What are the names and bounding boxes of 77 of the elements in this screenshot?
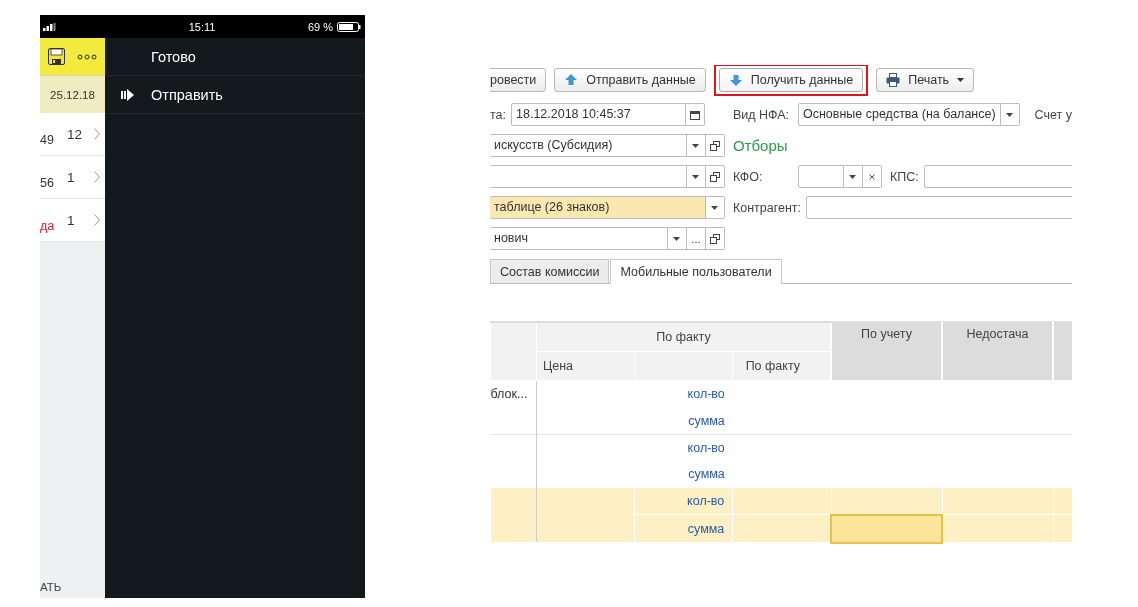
caret-icon xyxy=(692,143,700,148)
row-count: 12 xyxy=(67,126,84,142)
table-cell-text: сумма xyxy=(687,465,726,483)
input-field[interactable] xyxy=(490,165,687,188)
close-icon xyxy=(868,173,875,180)
send-arrow-icon xyxy=(121,88,135,101)
chevron-right-icon xyxy=(94,171,100,183)
printer-icon xyxy=(886,73,901,87)
battery-percent: 69 % xyxy=(307,20,333,33)
table-cell[interactable] xyxy=(831,514,942,543)
window-icon xyxy=(709,171,720,182)
menu-label: Готово xyxy=(151,48,196,65)
input-field[interactable]: 18.12.2018 10:45:37 xyxy=(511,103,686,126)
input-field[interactable] xyxy=(806,196,1072,219)
list-row[interactable]: да 1 xyxy=(40,199,105,242)
caret-icon xyxy=(692,174,700,179)
tab[interactable]: Состав комиссии xyxy=(490,259,610,283)
table-cell: блок... xyxy=(490,380,537,434)
calendar-button[interactable] xyxy=(686,103,705,126)
row-label: да xyxy=(40,219,55,233)
list-row[interactable]: 56 1 xyxy=(40,156,105,199)
date-label: 25.12.18 xyxy=(40,75,105,113)
row-label: 56 xyxy=(40,176,54,190)
column-header[interactable]: По факту xyxy=(536,322,831,352)
row-label: 49 xyxy=(40,133,54,147)
table-cell: кол-во xyxy=(634,487,733,515)
field-label: КПС: xyxy=(889,169,919,184)
row-count: 1 xyxy=(67,169,76,185)
input-field[interactable]: искусств (Субсидия) xyxy=(490,134,687,157)
arrow-up-icon xyxy=(564,73,579,87)
field-label: Вид НФА: xyxy=(732,107,791,122)
field-label: КФО: xyxy=(732,169,764,184)
toolbar-button[interactable]: Получить данные xyxy=(718,68,864,92)
caret-icon xyxy=(673,236,681,241)
calendar-icon xyxy=(690,109,700,120)
field-label: та: xyxy=(490,107,506,122)
caret-icon xyxy=(711,205,719,210)
section-title: Отборы xyxy=(732,137,788,154)
signal-icon xyxy=(43,22,57,31)
save-icon[interactable] xyxy=(48,48,65,65)
caret-icon xyxy=(849,174,857,179)
toolbar-button[interactable]: ровести xyxy=(490,68,547,92)
table-cell: сумма xyxy=(634,407,733,434)
table-cell: кол-во xyxy=(634,380,733,408)
field-label: Счет у xyxy=(1034,107,1072,122)
input-field[interactable]: таблице (26 знаков) xyxy=(490,196,706,219)
menu-item[interactable]: Готово xyxy=(105,38,365,76)
table-cell: кол-во xyxy=(634,434,733,461)
tab[interactable]: Мобильные пользователи xyxy=(610,259,782,284)
column-header[interactable]: По учету xyxy=(831,322,942,381)
list-row[interactable]: 49 12 xyxy=(40,113,105,156)
input-field[interactable] xyxy=(797,165,844,188)
clock-time: 15:11 xyxy=(188,20,216,33)
battery-icon xyxy=(337,21,361,32)
window-icon xyxy=(709,233,720,244)
input-field[interactable]: Основные средства (на балансе) xyxy=(797,103,1001,126)
menu-item[interactable]: Отправить xyxy=(105,76,365,114)
input-field[interactable]: нович xyxy=(490,227,668,250)
footer-text: АТЬ xyxy=(40,581,63,595)
dropdown-button[interactable] xyxy=(843,165,863,188)
toolbar-button[interactable]: Отправить данные xyxy=(554,68,706,92)
more-icon[interactable] xyxy=(77,53,97,60)
caret-icon xyxy=(1006,112,1014,117)
menu-label: Отправить xyxy=(151,86,223,103)
table-cell: сумма xyxy=(634,514,733,543)
toolbar-button[interactable]: Печать xyxy=(876,68,975,92)
chevron-right-icon xyxy=(94,128,100,140)
window-icon xyxy=(709,140,720,151)
field-label: Контрагент: xyxy=(732,200,802,215)
column-header[interactable]: Недостача xyxy=(942,322,1053,381)
row-count: 1 xyxy=(67,212,76,228)
input-field[interactable] xyxy=(923,165,1072,188)
dropdown-button[interactable] xyxy=(1000,103,1020,126)
caret-icon xyxy=(957,78,965,82)
arrow-down-icon xyxy=(728,73,743,87)
column-header[interactable]: Цена xyxy=(536,351,635,381)
chevron-right-icon xyxy=(94,214,100,226)
